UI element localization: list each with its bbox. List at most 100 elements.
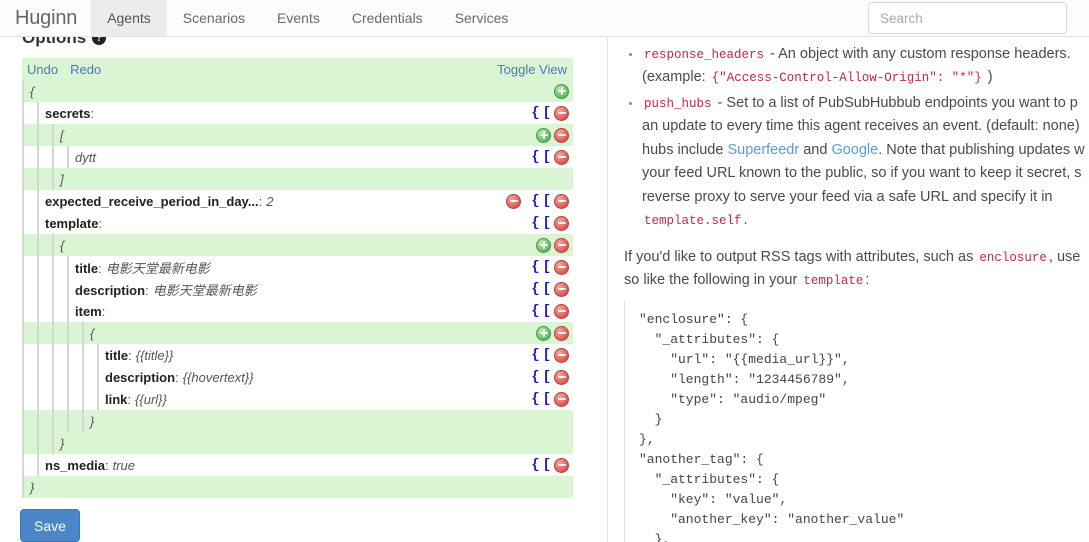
insert-object-button[interactable]: { <box>531 348 539 362</box>
redo-button[interactable]: Redo <box>70 62 101 77</box>
add-icon[interactable] <box>554 83 569 99</box>
json-key[interactable]: ns_media <box>45 458 105 473</box>
remove-icon[interactable] <box>554 105 569 121</box>
json-value[interactable]: {{title}} <box>136 348 174 363</box>
remove-icon[interactable] <box>554 391 569 407</box>
insert-array-button[interactable]: [ <box>543 150 551 164</box>
json-key[interactable]: description <box>105 370 175 385</box>
insert-object-button[interactable]: { <box>531 106 539 120</box>
toggle-view-button[interactable]: Toggle View <box>497 62 567 77</box>
editor-row[interactable]: expected_receive_period_in_day...:2 { [ <box>22 190 573 212</box>
insert-array-button[interactable]: [ <box>543 282 551 296</box>
insert-object-button[interactable]: { <box>531 458 539 472</box>
nav-link-services[interactable]: Services <box>439 0 525 36</box>
json-colon: : <box>258 193 263 209</box>
row-controls: {[ <box>531 344 573 366</box>
remove-icon[interactable] <box>554 215 569 231</box>
add-icon[interactable] <box>536 127 551 143</box>
indent-guide-line <box>37 190 39 212</box>
remove-icon[interactable] <box>554 325 569 341</box>
insert-object-button[interactable]: { <box>531 370 539 384</box>
editor-row[interactable]: { <box>22 80 573 102</box>
json-value[interactable]: 电影天堂最新电影 <box>106 258 210 277</box>
remove-icon[interactable] <box>554 149 569 165</box>
editor-row[interactable]: secrets:{[ <box>22 102 573 124</box>
editor-row[interactable]: dytt { [ <box>22 146 573 168</box>
remove-icon[interactable] <box>554 193 569 209</box>
json-key[interactable]: link <box>105 392 127 407</box>
json-value[interactable]: {{url}} <box>135 392 167 407</box>
nav-link-scenarios[interactable]: Scenarios <box>167 0 261 36</box>
remove-icon[interactable] <box>554 281 569 297</box>
editor-row[interactable]: { <box>22 234 573 256</box>
editor-row-text: item: <box>75 304 109 319</box>
json-key[interactable]: item <box>75 304 102 319</box>
nav-link-events[interactable]: Events <box>261 0 336 36</box>
indent-guide-line <box>67 322 69 344</box>
editor-row[interactable]: template:{[ <box>22 212 573 234</box>
indent-guide-line <box>22 168 24 190</box>
insert-array-button[interactable]: [ <box>543 106 551 120</box>
remove-icon[interactable] <box>554 127 569 143</box>
editor-row[interactable]: description: {{hovertext}}{[ <box>22 366 573 388</box>
editor-row[interactable]: title: {{title}}{[ <box>22 344 573 366</box>
insert-object-button[interactable]: { <box>531 392 539 406</box>
json-value[interactable]: true <box>113 458 135 473</box>
insert-array-button[interactable]: [ <box>543 304 551 318</box>
undo-button[interactable]: Undo <box>27 62 58 77</box>
doc-text-1-line3c: . Note that publishing updates w <box>878 141 1085 158</box>
json-value[interactable]: 2 <box>266 194 273 209</box>
json-value[interactable]: dytt <box>75 150 96 165</box>
brand-logo[interactable]: Huginn <box>0 0 91 36</box>
remove-icon[interactable] <box>554 303 569 319</box>
indent-guide-line <box>37 168 39 190</box>
remove-icon[interactable] <box>554 369 569 385</box>
editor-row[interactable]: } <box>22 476 573 498</box>
nav-link-agents[interactable]: Agents <box>91 0 167 36</box>
add-icon[interactable] <box>536 325 551 341</box>
add-icon[interactable] <box>536 237 551 253</box>
editor-row[interactable]: } <box>22 410 573 432</box>
editor-row[interactable]: ns_media: true{[ <box>22 454 573 476</box>
editor-row[interactable]: description: 电影天堂最新电影{[ <box>22 278 573 300</box>
insert-object-button[interactable]: { <box>531 150 539 164</box>
insert-array-button[interactable]: [ <box>543 194 551 208</box>
save-button[interactable]: Save <box>20 509 80 542</box>
remove-icon[interactable] <box>554 347 569 363</box>
editor-row-text: } <box>60 436 64 451</box>
remove-icon[interactable] <box>554 259 569 275</box>
json-key[interactable]: title <box>105 348 128 363</box>
remove-icon[interactable] <box>554 237 569 253</box>
json-key[interactable]: expected_receive_period_in_day... <box>45 194 259 209</box>
json-key[interactable]: secrets <box>45 106 91 121</box>
json-key[interactable]: title <box>75 261 98 276</box>
search-input[interactable] <box>868 2 1067 34</box>
json-value[interactable]: {{hovertext}} <box>183 370 254 385</box>
insert-array-button[interactable]: [ <box>543 260 551 274</box>
editor-row[interactable]: [ <box>22 124 573 146</box>
remove-icon[interactable] <box>554 457 569 473</box>
insert-array-button[interactable]: [ <box>543 370 551 384</box>
json-key[interactable]: description <box>75 283 145 298</box>
editor-row[interactable]: } <box>22 432 573 454</box>
insert-object-button[interactable]: { <box>531 194 539 208</box>
editor-row[interactable]: { <box>22 322 573 344</box>
json-key[interactable]: template <box>45 216 98 231</box>
insert-object-button[interactable]: { <box>531 260 539 274</box>
insert-array-button[interactable]: [ <box>543 216 551 230</box>
link-superfeedr[interactable]: Superfeedr <box>727 142 799 158</box>
link-google[interactable]: Google <box>831 142 878 158</box>
editor-row[interactable]: item: { [ <box>22 300 573 322</box>
nav-link-credentials[interactable]: Credentials <box>336 0 439 36</box>
editor-row[interactable]: ] <box>22 168 573 190</box>
editor-row[interactable]: title: 电影天堂最新电影{[ <box>22 256 573 278</box>
insert-array-button[interactable]: [ <box>543 348 551 362</box>
insert-object-button[interactable]: { <box>531 282 539 296</box>
remove-icon[interactable] <box>506 193 521 209</box>
insert-array-button[interactable]: [ <box>543 458 551 472</box>
json-value[interactable]: 电影天堂最新电影 <box>153 280 257 299</box>
editor-row[interactable]: link: {{url}}{[ <box>22 388 573 410</box>
insert-object-button[interactable]: { <box>531 216 539 230</box>
insert-object-button[interactable]: { <box>531 304 539 318</box>
insert-array-button[interactable]: [ <box>543 392 551 406</box>
